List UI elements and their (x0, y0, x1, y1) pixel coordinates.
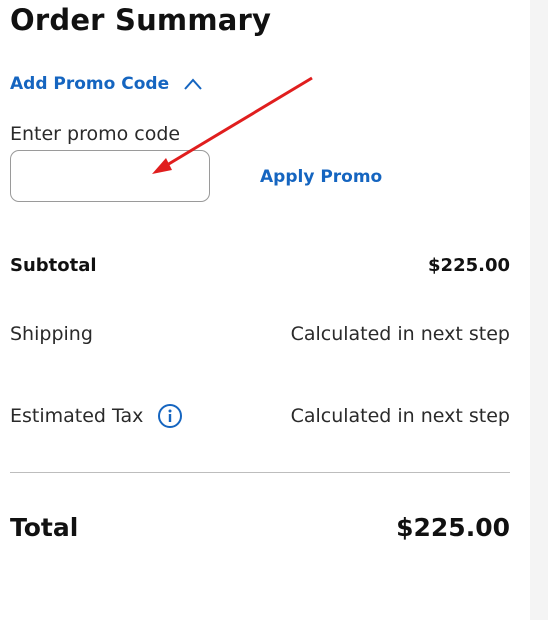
promo-code-field-label: Enter promo code (10, 123, 181, 145)
estimated-tax-label: Estimated Tax (10, 405, 144, 427)
estimated-tax-label-group: Estimated Tax (10, 403, 183, 429)
add-promo-code-label: Add Promo Code (10, 74, 170, 94)
shipping-label: Shipping (10, 323, 93, 345)
shipping-value: Calculated in next step (290, 323, 510, 345)
total-label: Total (10, 513, 79, 542)
subtotal-label: Subtotal (10, 255, 97, 276)
apply-promo-button[interactable]: Apply Promo (260, 167, 382, 187)
shipping-row: Shipping Calculated in next step (10, 323, 510, 345)
page-title: Order Summary (10, 3, 272, 37)
total-row: Total $225.00 (10, 513, 510, 542)
promo-code-input[interactable] (10, 150, 210, 202)
info-icon[interactable] (157, 403, 183, 429)
subtotal-value: $225.00 (428, 255, 510, 276)
estimated-tax-value: Calculated in next step (290, 405, 510, 427)
chevron-up-icon (184, 78, 202, 90)
scroll-gutter (530, 0, 548, 620)
total-value: $225.00 (396, 513, 510, 542)
add-promo-code-toggle[interactable]: Add Promo Code (10, 74, 203, 94)
subtotal-row: Subtotal $225.00 (10, 255, 510, 276)
summary-divider (10, 472, 510, 473)
order-summary-panel: Order Summary Add Promo Code Enter promo… (0, 0, 548, 620)
estimated-tax-row: Estimated Tax Calculated in next step (10, 403, 510, 429)
